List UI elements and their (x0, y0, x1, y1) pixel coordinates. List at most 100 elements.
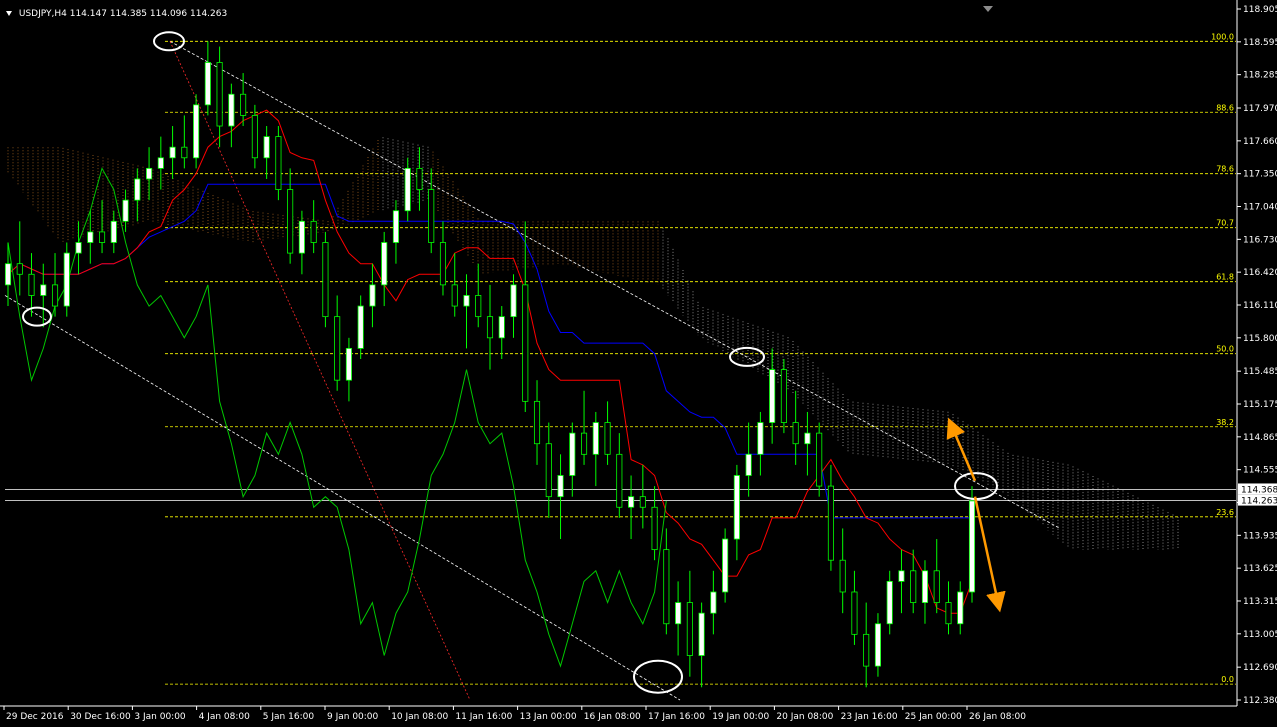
candle[interactable] (510, 274, 517, 338)
candle[interactable] (75, 221, 82, 275)
candle[interactable] (381, 231, 388, 307)
candle[interactable] (933, 539, 940, 614)
candle[interactable] (146, 147, 153, 201)
candle[interactable] (298, 210, 305, 275)
candle[interactable] (945, 581, 952, 635)
candle[interactable] (639, 464, 646, 529)
candle[interactable] (334, 295, 341, 391)
candle[interactable] (957, 581, 964, 635)
candle[interactable] (157, 136, 164, 190)
channel-lower-line[interactable] (4, 295, 681, 701)
highlight-circle[interactable] (954, 472, 998, 501)
candle-body (968, 500, 976, 593)
candle[interactable] (757, 411, 764, 476)
candle[interactable] (310, 200, 317, 254)
candle[interactable] (874, 613, 881, 677)
candle[interactable] (863, 602, 870, 688)
candle[interactable] (616, 433, 623, 518)
candle[interactable] (63, 242, 70, 317)
candle[interactable] (428, 168, 435, 254)
candle[interactable] (839, 528, 846, 614)
candle[interactable] (193, 94, 200, 169)
candle[interactable] (416, 147, 423, 211)
candle[interactable] (604, 401, 611, 465)
candle[interactable] (451, 253, 458, 317)
candle[interactable] (181, 115, 188, 169)
candle[interactable] (886, 570, 893, 635)
candle[interactable] (204, 41, 211, 116)
price-chart[interactable]: 100.0 88.6 78.6 70.7 61.8 50.0 38.2 23.6 0.0 118… (0, 0, 1277, 727)
candle[interactable] (51, 253, 59, 317)
candle-body (369, 284, 376, 307)
candle[interactable] (780, 359, 787, 434)
candle[interactable] (463, 274, 470, 349)
candle[interactable] (99, 200, 106, 254)
candle[interactable] (968, 486, 976, 603)
candle[interactable] (769, 348, 776, 444)
candle[interactable] (357, 295, 364, 360)
candle-body (451, 284, 458, 307)
candle[interactable] (498, 306, 505, 360)
highlight-circle[interactable] (153, 31, 185, 52)
candle-body (193, 104, 200, 159)
candle[interactable] (439, 221, 447, 296)
candle[interactable] (16, 221, 23, 296)
candle[interactable] (275, 126, 282, 201)
candle-body (169, 146, 176, 159)
candle[interactable] (522, 221, 529, 412)
candle[interactable] (110, 210, 117, 254)
candle[interactable] (698, 602, 705, 688)
candle[interactable] (545, 422, 552, 518)
candle-body (298, 220, 305, 254)
candle[interactable] (122, 189, 129, 232)
candle[interactable] (851, 570, 858, 645)
candle[interactable] (228, 83, 235, 148)
candle[interactable] (663, 528, 670, 635)
time-tick-label: 29 Dec 2016 (6, 712, 64, 722)
candle[interactable] (733, 464, 740, 561)
candle[interactable] (216, 46, 223, 148)
down-arrow[interactable] (973, 496, 1006, 613)
dropdown-arrow-icon[interactable] (6, 11, 12, 16)
candle[interactable] (322, 231, 329, 328)
chart-area[interactable]: 100.0 88.6 78.6 70.7 61.8 50.0 38.2 23.6 0.0 118… (0, 0, 1277, 727)
candle[interactable] (134, 168, 141, 222)
candle[interactable] (169, 126, 176, 179)
candle[interactable] (345, 337, 352, 402)
candle[interactable] (287, 168, 294, 264)
candle[interactable] (392, 200, 399, 264)
candle[interactable] (898, 549, 905, 614)
candle[interactable] (686, 570, 693, 677)
candle[interactable] (240, 73, 247, 127)
candle[interactable] (628, 475, 635, 540)
candle[interactable] (816, 422, 823, 497)
candle[interactable] (581, 390, 588, 465)
up-arrow[interactable] (946, 417, 977, 482)
candle-body (851, 591, 858, 635)
candle[interactable] (804, 411, 811, 476)
highlight-circle[interactable] (22, 306, 52, 327)
candle[interactable] (792, 390, 799, 465)
candle[interactable] (745, 422, 752, 497)
candle[interactable] (710, 570, 717, 635)
candle[interactable] (557, 454, 564, 540)
chart-shift-marker-icon[interactable] (983, 6, 993, 12)
candle[interactable] (722, 528, 729, 603)
candle[interactable] (486, 284, 494, 370)
candle[interactable] (404, 157, 411, 222)
candle[interactable] (921, 560, 929, 624)
candle[interactable] (651, 486, 658, 561)
channel-upper-line[interactable] (169, 40, 1061, 529)
candle[interactable] (369, 263, 376, 328)
candle[interactable] (827, 464, 834, 571)
candle[interactable] (675, 581, 682, 656)
candle[interactable] (87, 210, 94, 264)
candle[interactable] (533, 380, 541, 465)
candle-body (498, 316, 505, 339)
candle[interactable] (569, 422, 576, 497)
candle[interactable] (263, 126, 270, 179)
candle[interactable] (592, 411, 599, 487)
candle[interactable] (475, 263, 482, 328)
candle-body (921, 570, 929, 603)
price-tick-label: 115.485 (1243, 367, 1277, 377)
